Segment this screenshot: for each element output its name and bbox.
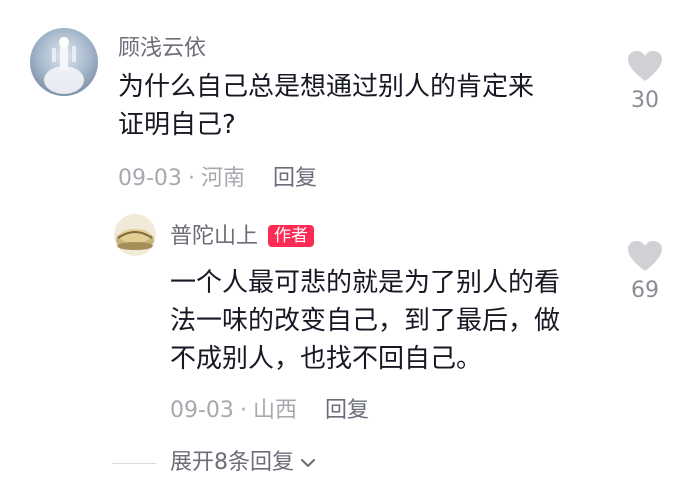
comment-location: 河南 — [200, 166, 245, 191]
divider — [112, 462, 156, 464]
comment-content: 为什么自己总是想通过别人的肯定来 证明自己? — [118, 68, 534, 144]
reply-content: 一个人最可悲的就是为了别人的看 法一味的改变自己，到了最后，做 不成别人，也找不… — [170, 264, 560, 378]
reply-location: 山西 — [252, 398, 297, 423]
reply-content-line: 法一味的改变自己，到了最后，做 — [170, 306, 561, 336]
like-count: 69 — [631, 278, 659, 303]
reply-button[interactable]: 回复 — [273, 166, 317, 191]
comment-meta: 09-03 · 河南 回复 — [118, 166, 317, 192]
comment-content-line: 为什么自己总是想通过别人的肯定来 — [118, 72, 535, 102]
expand-replies-label: 展开8条回复 — [170, 450, 294, 475]
avatar[interactable] — [114, 214, 156, 256]
reply-content-line: 一个人最可悲的就是为了别人的看 — [170, 268, 561, 298]
avatar-mountain-icon — [114, 214, 156, 256]
reply-item: 普陀山上 作者 一个人最可悲的就是为了别人的看 法一味的改变自己，到了最后，做 不… — [0, 200, 690, 440]
reply-username-row: 普陀山上 作者 — [170, 224, 315, 250]
reply-button[interactable]: 回复 — [325, 398, 369, 423]
like-button[interactable]: 30 — [620, 50, 670, 114]
expand-replies-button[interactable]: 展开8条回复 — [112, 448, 318, 478]
author-badge: 作者 — [268, 225, 315, 247]
like-button[interactable]: 69 — [620, 240, 670, 304]
chevron-down-icon — [301, 459, 315, 467]
avatar-statue-icon — [30, 28, 98, 96]
meta-separator: · — [239, 398, 247, 423]
like-count: 30 — [631, 88, 659, 113]
reply-username[interactable]: 普陀山上 — [170, 224, 258, 249]
reply-meta: 09-03 · 山西 回复 — [170, 398, 369, 424]
reply-content-line: 不成别人，也找不回自己。 — [170, 344, 483, 374]
reply-date: 09-03 — [170, 398, 234, 423]
meta-separator: · — [187, 166, 195, 191]
comment-item: 顾浅云依 为什么自己总是想通过别人的肯定来 证明自己? 09-03 · 河南 回复 3… — [0, 0, 690, 200]
comment-content-line: 证明自己? — [118, 110, 236, 140]
heart-icon — [628, 51, 662, 81]
avatar[interactable] — [30, 28, 98, 96]
heart-icon — [628, 241, 662, 271]
comment-username[interactable]: 顾浅云依 — [118, 36, 206, 62]
comment-date: 09-03 — [118, 166, 182, 191]
